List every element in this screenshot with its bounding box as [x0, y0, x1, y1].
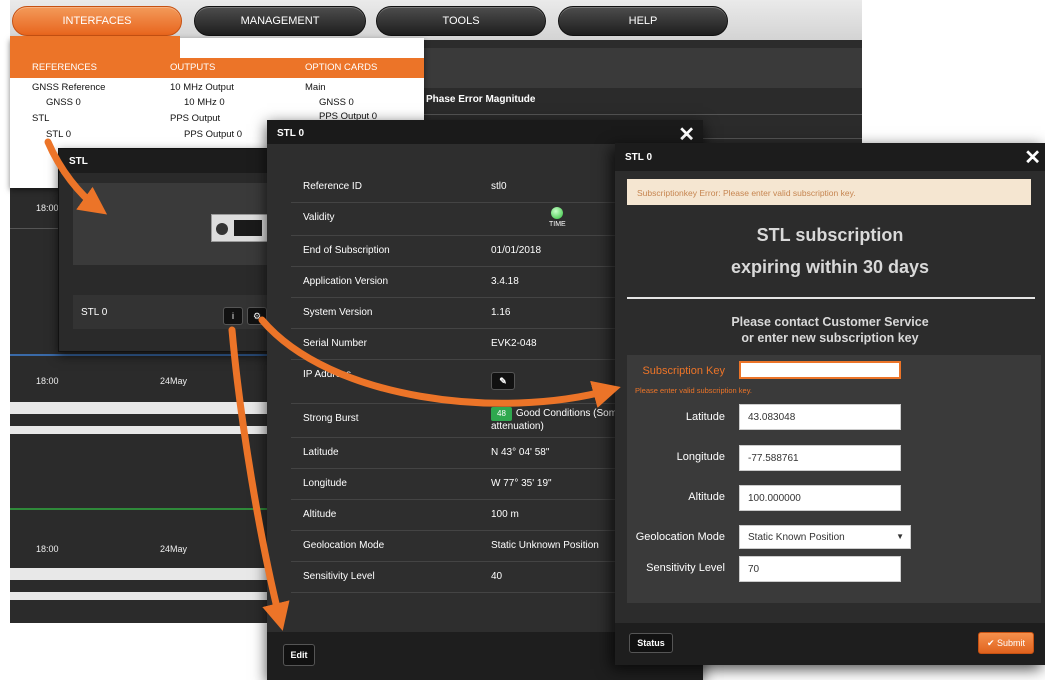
longitude-input[interactable] [739, 445, 901, 471]
row-value: 40 [491, 571, 503, 582]
menu-gnss-0[interactable]: GNSS 0 [46, 97, 81, 108]
time-tick: 24May [160, 544, 188, 554]
settings-button[interactable]: ⚙ [247, 307, 267, 325]
longitude-label: Longitude [676, 451, 725, 463]
time-tick: 18:00 [36, 376, 59, 386]
menu-stl[interactable]: STL [32, 113, 49, 124]
menu-pps-output[interactable]: PPS Output [170, 113, 220, 124]
close-icon[interactable]: ✕ [1024, 145, 1041, 170]
header-outputs: OUTPUTS [170, 62, 216, 73]
row-key: Altitude [303, 509, 337, 520]
header-option-cards: OPTION CARDS [305, 62, 378, 73]
altitude-input[interactable] [739, 485, 901, 511]
nav-tools[interactable]: TOOLS [376, 6, 546, 36]
geolocation-mode-select[interactable]: Static Known Position ▼ [739, 525, 911, 549]
gear-icon: ⚙ [252, 310, 262, 321]
stl-window: STL STL 0 i ⚙ [58, 148, 298, 352]
subscription-heading: STL subscription [756, 225, 904, 245]
edit-button[interactable]: Edit [283, 644, 315, 666]
info-icon: i [232, 311, 234, 321]
row-key: Strong Burst [303, 413, 359, 424]
row-key: End of Subscription [303, 245, 390, 256]
menu-gnss-reference[interactable]: GNSS Reference [32, 82, 105, 93]
dialog-title: STL 0 [267, 120, 703, 144]
status-badge: 48 [491, 407, 512, 421]
screenshot-root: INTERFACES MANAGEMENT TOOLS HELP Phase E… [0, 0, 1045, 680]
time-tick: 24May [160, 376, 188, 386]
stl-device-image [211, 214, 269, 242]
nav-management[interactable]: MANAGEMENT [194, 6, 366, 36]
geolocation-mode-value: Static Known Position [748, 532, 845, 543]
error-banner: Subscriptionkey Error: Please enter vali… [627, 179, 1031, 205]
row-value: stl0 [491, 181, 507, 192]
phase-error-title: Phase Error Magnitude [426, 94, 536, 105]
contact-line-2: or enter new subscription key [741, 331, 919, 345]
row-value: N 43° 04' 58" [491, 447, 550, 458]
latitude-input[interactable] [739, 404, 901, 430]
stl-window-title: STL [59, 149, 297, 173]
row-key: IP Address [303, 369, 352, 380]
row-key: Longitude [303, 478, 347, 489]
dropdown-tab [10, 36, 180, 58]
edit-ip-button[interactable]: ✎ [491, 372, 515, 390]
nav-interfaces[interactable]: INTERFACES [12, 6, 182, 36]
validity-led-icon [551, 207, 563, 219]
latitude-label: Latitude [685, 411, 725, 423]
menu-10mhz-output[interactable]: 10 MHz Output [170, 82, 234, 93]
menu-10mhz-0[interactable]: 10 MHz 0 [184, 97, 225, 108]
row-key: Application Version [303, 276, 389, 287]
chevron-down-icon: ▼ [896, 532, 904, 541]
pencil-icon: ✎ [499, 375, 507, 386]
status-button[interactable]: Status [629, 633, 673, 653]
validity-led-label: TIME [549, 221, 566, 228]
row-value: 01/01/2018 [491, 245, 542, 256]
subscription-subheading: expiring within 30 days [730, 257, 930, 277]
submit-button[interactable]: ✔ Submit [978, 632, 1034, 654]
stl-item-label: STL 0 [81, 307, 108, 318]
row-value: 3.4.18 [491, 276, 519, 287]
divider [627, 297, 1035, 299]
nav-help[interactable]: HELP [558, 6, 728, 36]
row-key: Geolocation Mode [303, 540, 385, 551]
row-key: System Version [303, 307, 373, 318]
time-tick: 18:00 [36, 203, 59, 213]
menu-stl-0[interactable]: STL 0 [46, 129, 71, 140]
subscription-key-hint: Please enter valid subscription key. [635, 386, 753, 395]
device-screen [234, 220, 262, 236]
dialog-footer: Status ✔ Submit [615, 623, 1045, 665]
menu-main[interactable]: Main [305, 82, 326, 93]
subscription-dialog: STL 0 ✕ Subscriptionkey Error: Please en… [615, 143, 1045, 665]
device-knob [216, 223, 228, 235]
menu-pps-output-0[interactable]: PPS Output 0 [184, 129, 242, 140]
time-tick: 18:00 [36, 544, 59, 554]
contact-line-1: Please contact Customer Service [731, 315, 929, 329]
row-key: Sensitivity Level [303, 571, 375, 582]
row-key: Reference ID [303, 181, 362, 192]
subscription-key-input[interactable] [739, 361, 901, 379]
row-key: Validity [303, 212, 335, 223]
sensitivity-level-label: Sensitivity Level [646, 562, 725, 574]
row-value: 100 m [491, 509, 519, 520]
menu-option-gnss-0[interactable]: GNSS 0 [319, 97, 354, 108]
header-references: REFERENCES [32, 62, 97, 73]
row-value: EVK2-048 [491, 338, 537, 349]
dialog-title: STL 0 [615, 143, 1045, 171]
row-value: W 77° 35' 19" [491, 478, 552, 489]
row-key: Latitude [303, 447, 339, 458]
row-key: Serial Number [303, 338, 367, 349]
sensitivity-level-input[interactable] [739, 556, 901, 582]
row-value: 1.16 [491, 307, 511, 318]
altitude-label: Altitude [688, 491, 725, 503]
geolocation-mode-label: Geolocation Mode [635, 531, 725, 543]
info-button[interactable]: i [223, 307, 243, 325]
subscription-key-label: Subscription Key [642, 365, 725, 377]
row-value: Static Unknown Position [491, 540, 599, 551]
